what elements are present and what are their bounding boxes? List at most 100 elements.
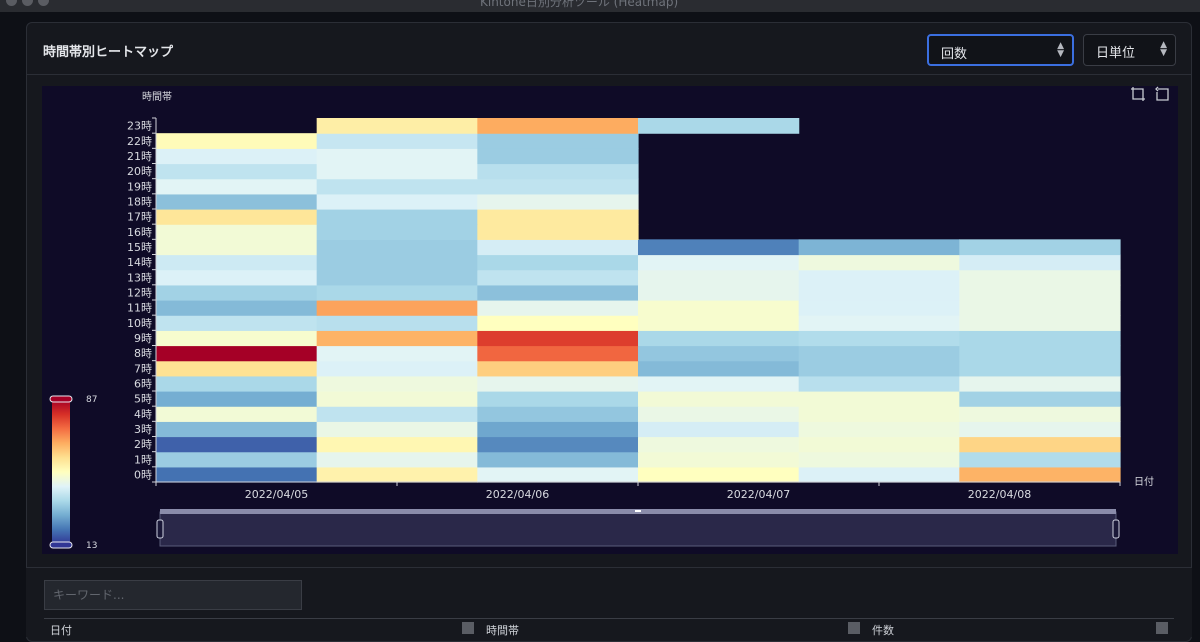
heatmap-cell xyxy=(156,360,318,377)
window-close-button[interactable] xyxy=(6,0,17,6)
heatmap-cell xyxy=(156,406,318,422)
x-tick-label: 2022/04/05 xyxy=(245,488,308,501)
datazoom-start-handle xyxy=(156,519,164,539)
heatmap-cell xyxy=(638,118,800,134)
heatmap-cell xyxy=(798,451,960,468)
heatmap-cell xyxy=(316,300,478,316)
heatmap-cell xyxy=(477,118,639,134)
heatmap-cell xyxy=(477,375,639,392)
heatmap-cell xyxy=(959,315,1121,331)
heatmap-cell xyxy=(316,133,478,149)
window-maximize-button[interactable] xyxy=(38,0,49,6)
heatmap-cell xyxy=(316,391,478,407)
y-axis-title: 時間帯 xyxy=(142,90,172,103)
datazoom-end-handle xyxy=(1112,519,1120,539)
x-tick-label: 2022/04/07 xyxy=(727,488,790,501)
heatmap-cell xyxy=(477,330,639,347)
heatmap-cell xyxy=(798,300,960,316)
zoom-icon[interactable] xyxy=(1130,86,1146,102)
heatmap-cell xyxy=(798,284,960,301)
y-tick-label: 15時 xyxy=(127,241,152,254)
heatmap-cell xyxy=(798,269,960,286)
heatmap-cell xyxy=(316,466,478,483)
heatmap-cell xyxy=(316,315,478,331)
heatmap-cell xyxy=(477,451,639,468)
panel-header: 時間帯別ヒートマップ 回数 ▲ ▼ 日単位 ▲ ▼ xyxy=(27,23,1191,75)
heatmap-cell xyxy=(638,330,800,347)
metric-select[interactable]: 回数 ▲ ▼ xyxy=(927,34,1074,66)
keyword-search-input[interactable] xyxy=(44,580,302,610)
heatmap-cell xyxy=(156,345,318,362)
heatmap-cell xyxy=(316,451,478,468)
visual-map-bar xyxy=(52,400,70,544)
y-tick-label: 8時 xyxy=(134,347,152,360)
heatmap-cell xyxy=(156,239,318,256)
x-tick-label: 2022/04/06 xyxy=(486,488,549,501)
heatmap-cell xyxy=(477,239,639,256)
table-header-count: 件数 xyxy=(872,624,894,637)
zoom-reset-icon[interactable] xyxy=(1154,86,1170,102)
heatmap-cell xyxy=(477,193,639,210)
y-tick-label: 17時 xyxy=(127,211,152,224)
heatmap-cell xyxy=(316,224,478,240)
heatmap-cell xyxy=(959,466,1121,483)
heatmap-cell xyxy=(156,133,318,149)
y-tick-label: 5時 xyxy=(134,393,152,406)
heatmap-cell xyxy=(959,239,1121,256)
heatmap-cell xyxy=(477,254,639,271)
heatmap-cell xyxy=(798,239,960,256)
sort-icon[interactable] xyxy=(1156,622,1168,634)
sort-icon[interactable] xyxy=(848,622,860,634)
heatmap-cell xyxy=(959,436,1121,453)
select-caret-icon: ▲ ▼ xyxy=(1057,41,1064,59)
heatmap-cell xyxy=(316,421,478,438)
heatmap-cell xyxy=(156,436,318,453)
heatmap-cell xyxy=(316,254,478,271)
window-title: Kintone日別分析ツール (Heatmap) xyxy=(480,0,679,9)
heatmap-cell xyxy=(156,224,318,240)
y-tick-label: 2時 xyxy=(134,438,152,451)
heatmap-cell xyxy=(156,315,318,331)
visual-map-max-label: 87 xyxy=(86,395,97,405)
heatmap-cell xyxy=(638,451,800,468)
heatmap-cell xyxy=(638,315,800,331)
window-minimize-button[interactable] xyxy=(22,0,33,6)
heatmap-cell xyxy=(477,284,639,301)
x-tick-label: 2022/04/08 xyxy=(968,488,1031,501)
table-header-date: 日付 xyxy=(50,624,72,637)
heatmap-cell xyxy=(316,163,478,180)
heatmap-cell xyxy=(638,375,800,392)
heatmap-cell xyxy=(638,254,800,271)
heatmap-cell xyxy=(798,406,960,422)
heatmap-cell xyxy=(156,451,318,468)
heatmap-cell xyxy=(638,360,800,377)
y-tick-label: 10時 xyxy=(127,317,152,330)
heatmap-cell xyxy=(638,391,800,407)
datazoom-grip-icon xyxy=(635,510,641,512)
heatmap-cell xyxy=(316,360,478,377)
sort-icon[interactable] xyxy=(462,622,474,634)
unit-select-value: 日単位 xyxy=(1096,46,1136,61)
y-tick-label: 4時 xyxy=(134,408,152,421)
unit-select[interactable]: 日単位 ▲ ▼ xyxy=(1083,34,1176,66)
x-axis-title: 日付 xyxy=(1134,475,1154,488)
heatmap-cell xyxy=(798,345,960,362)
heatmap-cell xyxy=(316,148,478,165)
table-header: 日付 時間帯 件数 xyxy=(44,618,1174,638)
y-tick-label: 20時 xyxy=(127,165,152,178)
y-tick-label: 23時 xyxy=(127,120,152,133)
heatmap-cell xyxy=(156,269,318,286)
heatmap-cell xyxy=(156,178,318,195)
heatmap-cell xyxy=(477,163,639,180)
heatmap-cell xyxy=(156,209,318,225)
heatmap-cell xyxy=(316,436,478,453)
datazoom-slider xyxy=(159,511,1117,547)
heatmap-cell xyxy=(477,436,639,453)
heatmap-cell xyxy=(156,300,318,316)
heatmap-cell xyxy=(798,315,960,331)
heatmap-cell xyxy=(156,375,318,392)
heatmap-cell xyxy=(477,133,639,149)
heatmap-cell xyxy=(638,345,800,362)
heatmap-cell xyxy=(477,148,639,165)
heatmap-cell xyxy=(798,330,960,347)
